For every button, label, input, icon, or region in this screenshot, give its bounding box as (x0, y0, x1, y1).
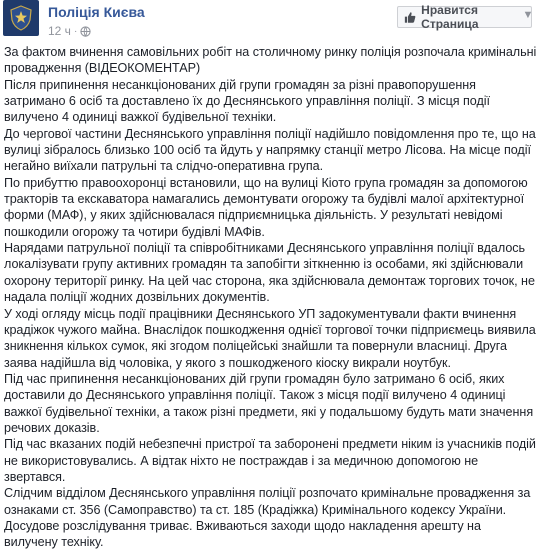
post-paragraph: Після припинення несанкціонованих дій гр… (4, 77, 490, 125)
globe-icon[interactable] (80, 25, 91, 37)
post-paragraph: До чергової частини Деснянського управлі… (4, 126, 536, 174)
post-paragraph: По прибуттю правоохоронці встановили, що… (4, 175, 528, 239)
post-paragraph: За фактом вчинення самовільних робіт на … (4, 45, 537, 76)
post-paragraph: У ході огляду місць події працівники Дес… (4, 306, 536, 370)
page-avatar[interactable] (3, 0, 39, 36)
post-text: За фактом вчинення самовільних робіт на … (4, 44, 538, 551)
like-page-label: Нравится Страница (421, 3, 479, 31)
post-header: Поліція Києва 12 ч · Нравится Страница ▼ (0, 0, 542, 44)
chevron-down-icon[interactable]: ▼ (521, 8, 535, 22)
page-name-link[interactable]: Поліція Києва (48, 4, 145, 20)
police-badge-icon (10, 5, 32, 31)
post-meta: 12 ч · (48, 24, 91, 38)
thumbs-up-icon (404, 11, 416, 23)
post-timestamp[interactable]: 12 ч (48, 24, 71, 38)
post-paragraph: Під час вказаних подій небезпечні пристр… (4, 437, 536, 484)
post-paragraph: Слідчим відділом Деснянського управління… (4, 486, 531, 550)
post-paragraph: Під час припинення несанкціонованих дій … (4, 371, 534, 435)
post-paragraph: Нарядами патрульної поліції та співробіт… (4, 241, 535, 305)
separator-dot: · (73, 25, 78, 37)
like-page-button[interactable]: Нравится Страница (397, 3, 532, 31)
